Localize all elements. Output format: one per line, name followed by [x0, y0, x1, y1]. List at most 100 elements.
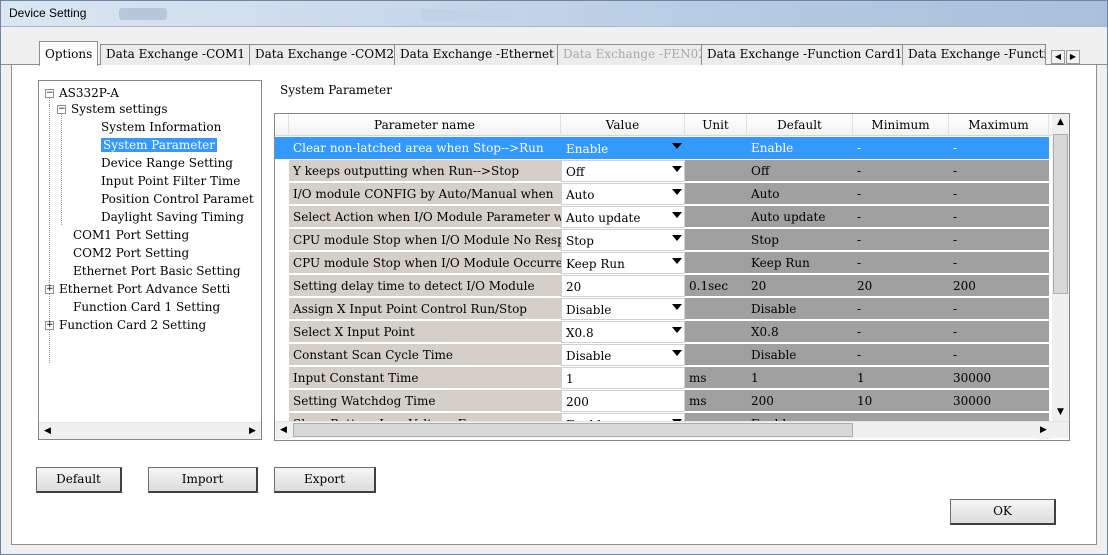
tree-item-ethernet-port-basic-setting[interactable]: Ethernet Port Basic Setting — [73, 263, 241, 280]
grid-vertical-scrollbar[interactable]: ▲ ▼ — [1052, 114, 1069, 421]
value-field[interactable]: Stop — [561, 229, 685, 251]
tree-item-com2-port-setting[interactable]: COM2 Port Setting — [73, 245, 189, 262]
dropdown-arrow-icon[interactable] — [672, 143, 682, 149]
scroll-up-icon[interactable]: ▲ — [1052, 114, 1069, 131]
scroll-thumb[interactable] — [1053, 134, 1068, 294]
tree-item-system-settings[interactable]: System settings — [71, 101, 168, 118]
value-field[interactable]: Auto — [561, 183, 685, 205]
row-header[interactable] — [275, 183, 289, 205]
table-row[interactable]: Y keeps outputting when Run-->Stop Off Off… — [275, 160, 1049, 183]
tree-item-system-parameter[interactable]: System Parameter — [101, 137, 217, 154]
row-header[interactable] — [275, 160, 289, 182]
row-header[interactable] — [275, 344, 289, 366]
value-field[interactable]: Auto update — [561, 206, 685, 228]
row-header[interactable] — [275, 367, 289, 389]
scroll-down-icon[interactable]: ▼ — [1052, 404, 1069, 421]
value-field[interactable]: X0.8 — [561, 321, 685, 343]
dropdown-arrow-icon[interactable] — [672, 189, 682, 195]
scroll-right-icon[interactable]: ▶ — [1035, 422, 1052, 439]
value-field[interactable]: Off — [561, 160, 685, 182]
tree-item-daylight-saving-timing[interactable]: Daylight Saving Timing — [101, 209, 244, 226]
value-field[interactable]: Disable — [561, 298, 685, 320]
default-button[interactable]: Default — [36, 467, 122, 493]
dropdown-arrow-icon[interactable] — [672, 350, 682, 356]
tree-item-function-card-2-setting[interactable]: Function Card 2 Setting — [59, 317, 206, 334]
table-row[interactable]: Setting delay time to detect I/O Module 2… — [275, 275, 1049, 298]
param-name-cell-text: Select Action when I/O Module Parameter … — [293, 210, 561, 224]
export-button[interactable]: Export — [274, 467, 376, 493]
unit-cell — [685, 206, 747, 228]
table-row[interactable]: CPU module Stop when I/O Module Occurre K… — [275, 252, 1049, 275]
scroll-left-icon[interactable]: ◀ — [39, 423, 56, 439]
dropdown-arrow-icon[interactable] — [672, 327, 682, 333]
table-row[interactable]: CPU module Stop when I/O Module No Resp S… — [275, 229, 1049, 252]
tree-root[interactable]: AS332P-A — [59, 85, 119, 102]
value-field[interactable]: 200 — [561, 390, 685, 412]
scroll-right-icon[interactable]: ▶ — [244, 423, 261, 439]
tab-scroll-left-icon[interactable]: ◀ — [1051, 50, 1065, 64]
dropdown-arrow-icon[interactable] — [672, 235, 682, 241]
ok-button[interactable]: OK — [950, 499, 1056, 525]
column-parameter-name[interactable]: Parameter name — [289, 114, 561, 136]
tab-data-exchange-function-card2[interactable]: Data Exchange -Functi — [902, 44, 1046, 65]
value-field-text: Auto update — [566, 211, 641, 225]
table-row[interactable]: Select X Input Point X0.8 X0.8 - - — [275, 321, 1049, 344]
scroll-left-icon[interactable]: ◀ — [275, 422, 292, 439]
tree-item-system-information[interactable]: System Information — [101, 119, 221, 136]
expand-icon[interactable]: + — [45, 321, 54, 330]
tree-item-device-range-setting[interactable]: Device Range Setting — [101, 155, 233, 172]
tab-data-exchange-function-card1[interactable]: Data Exchange -Function Card1 — [701, 44, 909, 65]
default-cell-text: 1 — [751, 371, 759, 385]
column-unit[interactable]: Unit — [685, 114, 747, 136]
row-header[interactable] — [275, 321, 289, 343]
row-header[interactable] — [275, 275, 289, 297]
tree-item-function-card-1-setting[interactable]: Function Card 1 Setting — [73, 299, 220, 316]
row-header[interactable] — [275, 298, 289, 320]
tab-data-exchange-com2[interactable]: Data Exchange -COM2 — [249, 44, 401, 65]
column-maximum[interactable]: Maximum — [949, 114, 1049, 136]
table-row[interactable]: I/O module CONFIG by Auto/Manual when Aut… — [275, 183, 1049, 206]
import-button[interactable]: Import — [148, 467, 258, 493]
tab-options[interactable]: Options — [39, 41, 99, 66]
value-field[interactable]: 1 — [561, 367, 685, 389]
tree-item-input-point-filter-time[interactable]: Input Point Filter Time — [101, 173, 240, 190]
tree-horizontal-scrollbar[interactable]: ◀ ▶ — [39, 422, 261, 439]
tab-scroll-right-icon[interactable]: ▶ — [1066, 50, 1080, 64]
dropdown-arrow-icon[interactable] — [672, 304, 682, 310]
value-field[interactable]: Keep Run — [561, 252, 685, 274]
table-row[interactable]: Assign X Input Point Control Run/Stop Dis… — [275, 298, 1049, 321]
tree-item-ethernet-port-advance-setting[interactable]: Ethernet Port Advance Setti — [59, 281, 230, 298]
table-row[interactable]: Setting Watchdog Time 200 ms 200 10 30000 — [275, 390, 1049, 413]
unit-cell — [685, 344, 747, 366]
column-default[interactable]: Default — [747, 114, 853, 136]
tab-data-exchange-ethernet[interactable]: Data Exchange -Ethernet — [394, 44, 560, 65]
tab-data-exchange-com1[interactable]: Data Exchange -COM1 — [100, 44, 252, 65]
expand-icon[interactable]: + — [45, 285, 54, 294]
tree-item-com1-port-setting[interactable]: COM1 Port Setting — [73, 227, 189, 244]
table-row[interactable]: Constant Scan Cycle Time Disable Disable - - — [275, 344, 1049, 367]
table-row[interactable]: Clear non-latched area when Stop-->Run En… — [275, 137, 1049, 160]
row-header[interactable] — [275, 229, 289, 251]
column-value[interactable]: Value — [561, 114, 685, 136]
dropdown-arrow-icon[interactable] — [672, 258, 682, 264]
title-bar[interactable]: Device Setting — [1, 1, 1107, 27]
column-minimum[interactable]: Minimum — [853, 114, 949, 136]
value-field[interactable]: Enable — [561, 137, 685, 159]
row-header[interactable] — [275, 137, 289, 159]
unit-cell — [685, 160, 747, 182]
collapse-icon[interactable]: − — [57, 105, 66, 114]
table-row[interactable]: Select Action when I/O Module Parameter … — [275, 206, 1049, 229]
param-name-cell-text: CPU module Stop when I/O Module Occurre — [293, 256, 561, 270]
value-field[interactable]: 20 — [561, 275, 685, 297]
dropdown-arrow-icon[interactable] — [672, 212, 682, 218]
row-header[interactable] — [275, 206, 289, 228]
tree-item-position-control-parameter[interactable]: Position Control Paramet — [101, 191, 254, 208]
scroll-thumb[interactable] — [293, 423, 853, 437]
dropdown-arrow-icon[interactable] — [672, 166, 682, 172]
value-field[interactable]: Disable — [561, 344, 685, 366]
grid-horizontal-scrollbar[interactable]: ◀ ▶ — [275, 421, 1069, 439]
row-header[interactable] — [275, 390, 289, 412]
row-header[interactable] — [275, 252, 289, 274]
collapse-icon[interactable]: − — [45, 89, 54, 98]
table-row[interactable]: Input Constant Time 1 ms 1 1 30000 — [275, 367, 1049, 390]
